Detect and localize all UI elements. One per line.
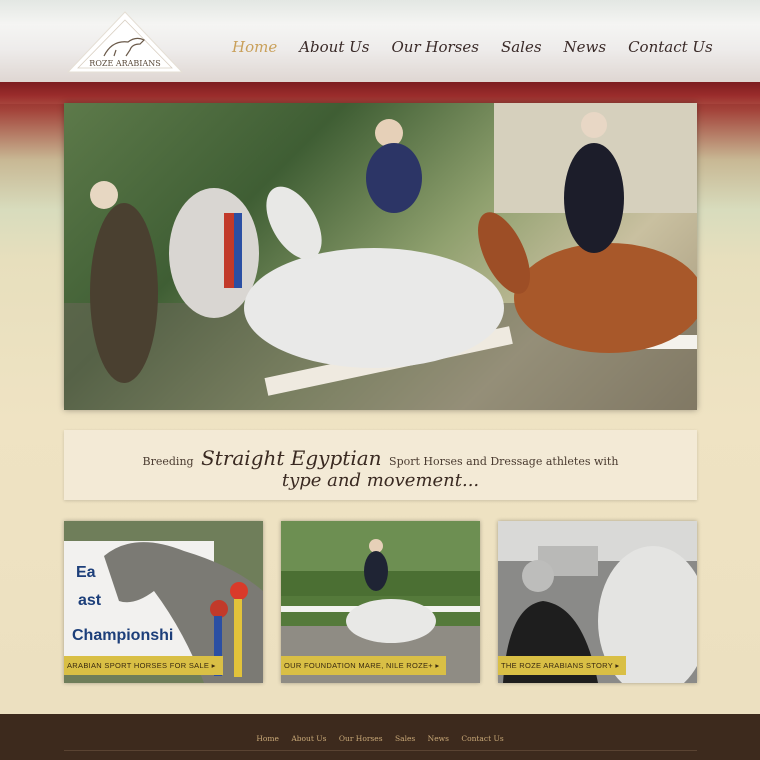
card-roze-arabians-story[interactable]: THE ROZE ARABIANS STORY ▸ bbox=[498, 521, 697, 683]
sign-text-3: Championshi bbox=[72, 627, 173, 644]
foundation-mare-button[interactable]: OUR FOUNDATION MARE, NILE ROZE+ ▸ bbox=[281, 656, 447, 675]
footer-link-about-us[interactable]: About Us bbox=[291, 734, 326, 743]
header-red-band bbox=[0, 82, 760, 104]
tagline-breeding: Breeding bbox=[142, 455, 194, 468]
footer-link-news[interactable]: News bbox=[428, 734, 449, 743]
nav-news[interactable]: News bbox=[564, 38, 607, 56]
nav-sales[interactable]: Sales bbox=[501, 38, 542, 56]
sport-horses-for-sale-button[interactable]: ARABIAN SPORT HORSES FOR SALE ▸ bbox=[64, 656, 223, 675]
site-footer: Home About Us Our Horses Sales News Cont… bbox=[0, 714, 760, 760]
footer-divider bbox=[64, 750, 697, 751]
logo-text: ROZE ARABIANS bbox=[89, 59, 160, 68]
card-sport-horses-for-sale[interactable]: Ea ast Championshi ARABIAN SPORT HORSES … bbox=[64, 521, 263, 683]
nav-about-us[interactable]: About Us bbox=[299, 38, 369, 56]
roze-arabians-story-button[interactable]: THE ROZE ARABIANS STORY ▸ bbox=[498, 656, 627, 675]
footer-link-contact-us[interactable]: Contact Us bbox=[461, 734, 503, 743]
footer-nav: Home About Us Our Horses Sales News Cont… bbox=[0, 734, 760, 743]
nav-home[interactable]: Home bbox=[232, 38, 277, 56]
tagline-straight-egyptian: Straight Egyptian bbox=[201, 446, 382, 470]
sign-text-1: Ea bbox=[76, 564, 96, 581]
main-nav: Home About Us Our Horses Sales News Cont… bbox=[232, 38, 713, 56]
nav-contact-us[interactable]: Contact Us bbox=[628, 38, 713, 56]
tagline-sport-horses: Sport Horses and Dressage athletes with bbox=[389, 455, 619, 468]
sign-text-2: ast bbox=[78, 592, 102, 609]
card-foundation-mare[interactable]: OUR FOUNDATION MARE, NILE ROZE+ ▸ bbox=[281, 521, 480, 683]
footer-link-home[interactable]: Home bbox=[256, 734, 279, 743]
footer-link-our-horses[interactable]: Our Horses bbox=[339, 734, 383, 743]
nav-our-horses[interactable]: Our Horses bbox=[391, 38, 478, 56]
roze-arabians-logo[interactable]: ROZE ARABIANS bbox=[66, 10, 184, 74]
hero-photo-collage bbox=[64, 103, 697, 410]
tagline-type-and-movement: type and movement... bbox=[281, 470, 480, 491]
footer-link-sales[interactable]: Sales bbox=[395, 734, 415, 743]
tagline-banner: Breeding Straight Egyptian Sport Horses … bbox=[64, 430, 697, 500]
